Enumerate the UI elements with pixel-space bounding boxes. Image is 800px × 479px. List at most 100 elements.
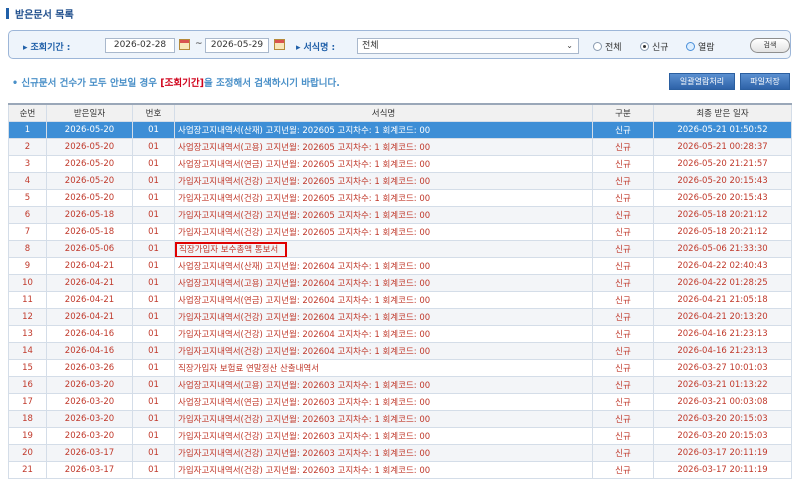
cell-form-name[interactable]: 가입자고지내역서(건강) 고지년월: 202605 고지차수: 1 회계코드: …: [174, 206, 593, 224]
cell-last-received: 2026-04-16 21:23:13: [653, 342, 792, 360]
table-row[interactable]: 10 2026-04-21 01 사업장고지내역서(고용) 고지년월: 202604 …: [8, 274, 792, 292]
cell-number: 01: [132, 291, 175, 309]
cell-form-name[interactable]: 가입자고지내역서(건강) 고지년월: 202603 고지차수: 1 회계코드: …: [174, 427, 593, 445]
radio-new[interactable]: 신규: [640, 40, 669, 53]
cell-last-received: 2026-03-20 20:15:03: [653, 427, 792, 445]
cell-received-date: 2026-05-18: [46, 223, 133, 241]
table-row[interactable]: 1 2026-05-20 01 사업장고지내역서(산재) 고지년월: 202605 고…: [8, 121, 792, 139]
cell-form-name[interactable]: 직장가입자 보험료 연말정산 산출내역서: [174, 359, 593, 377]
cell-number: 01: [132, 189, 175, 207]
table-row[interactable]: 20 2026-03-17 01 가입자고지내역서(건강) 고지년월: 202603 …: [8, 444, 792, 462]
cell-type: 신규: [592, 393, 654, 411]
cell-seq: 20: [8, 444, 47, 462]
table-row[interactable]: 4 2026-05-20 01 가입자고지내역서(건강) 고지년월: 202605 고…: [8, 172, 792, 190]
cell-seq: 7: [8, 223, 47, 241]
cell-form-name[interactable]: 사업장고지내역서(연금) 고지년월: 202603 고지차수: 1 회계코드: …: [174, 393, 593, 411]
table-row[interactable]: 7 2026-05-18 01 가입자고지내역서(건강) 고지년월: 202605 고…: [8, 223, 792, 241]
chevron-down-icon: ⌄: [566, 41, 573, 50]
cell-number: 01: [132, 172, 175, 190]
table-row[interactable]: 15 2026-03-26 01 직장가입자 보험료 연말정산 산출내역서 신규 2026…: [8, 359, 792, 377]
save-file-button[interactable]: 파일저장: [740, 73, 790, 90]
page-title: 받은문서 목록: [15, 9, 74, 21]
cell-type: 신규: [592, 257, 654, 275]
cell-seq: 13: [8, 325, 47, 343]
radio-read[interactable]: 열람: [686, 40, 715, 53]
table-row[interactable]: 14 2026-04-16 01 가입자고지내역서(건강) 고지년월: 202604 …: [8, 342, 792, 360]
cell-form-name[interactable]: 가입자고지내역서(건강) 고지년월: 202603 고지차수: 1 회계코드: …: [174, 461, 593, 479]
cell-form-name[interactable]: 사업장고지내역서(고용) 고지년월: 202603 고지차수: 1 회계코드: …: [174, 376, 593, 394]
table-row[interactable]: 16 2026-03-20 01 사업장고지내역서(고용) 고지년월: 202603 …: [8, 376, 792, 394]
cell-received-date: 2026-05-20: [46, 189, 133, 207]
column-header-received-date[interactable]: 받은일자: [46, 103, 133, 122]
column-header-form-name[interactable]: 서식명: [174, 103, 593, 122]
cell-type: 신규: [592, 308, 654, 326]
cell-form-name[interactable]: 가입자고지내역서(건강) 고지년월: 202603 고지차수: 1 회계코드: …: [174, 444, 593, 462]
title-bar-marker: [6, 7, 9, 19]
cell-last-received: 2026-05-18 20:21:12: [653, 206, 792, 224]
cell-last-received: 2026-03-20 20:15:03: [653, 410, 792, 428]
cell-type: 신규: [592, 274, 654, 292]
cell-seq: 15: [8, 359, 47, 377]
highlighted-form-name[interactable]: 직장가입자 보수총액 통보서: [175, 242, 288, 257]
cell-form-name[interactable]: 가입자고지내역서(건강) 고지년월: 202605 고지차수: 1 회계코드: …: [174, 223, 593, 241]
cell-seq: 9: [8, 257, 47, 275]
cell-last-received: 2026-04-16 21:23:13: [653, 325, 792, 343]
received-documents-table: 순번 받은일자 번호 서식명 구분 최종 받은 일자 1 2026-05-20 01…: [8, 103, 792, 479]
cell-seq: 19: [8, 427, 47, 445]
calendar-icon[interactable]: [179, 39, 190, 50]
table-row[interactable]: 18 2026-03-20 01 가입자고지내역서(건강) 고지년월: 202603 …: [8, 410, 792, 428]
cell-received-date: 2026-05-20: [46, 121, 133, 139]
table-row[interactable]: 5 2026-05-20 01 가입자고지내역서(건강) 고지년월: 202605 고…: [8, 189, 792, 207]
date-from-input[interactable]: 2026-02-28: [105, 38, 175, 53]
cell-form-name[interactable]: 가입자고지내역서(건강) 고지년월: 202604 고지차수: 1 회계코드: …: [174, 325, 593, 343]
table-row[interactable]: 11 2026-04-21 01 사업장고지내역서(연금) 고지년월: 202604 …: [8, 291, 792, 309]
cell-form-name[interactable]: 사업장고지내역서(고용) 고지년월: 202605 고지차수: 1 회계코드: …: [174, 138, 593, 156]
table-row[interactable]: 13 2026-04-16 01 가입자고지내역서(건강) 고지년월: 202604 …: [8, 325, 792, 343]
table-row[interactable]: 21 2026-03-17 01 가입자고지내역서(건강) 고지년월: 202603 …: [8, 461, 792, 479]
table-row[interactable]: 8 2026-05-06 01 직장가입자 보수총액 통보서 신규 2026-05-06 …: [8, 240, 792, 258]
date-to-input[interactable]: 2026-05-29: [205, 38, 269, 53]
cell-received-date: 2026-05-18: [46, 206, 133, 224]
cell-received-date: 2026-05-06: [46, 240, 133, 258]
cell-form-name[interactable]: 가입자고지내역서(건강) 고지년월: 202604 고지차수: 1 회계코드: …: [174, 342, 593, 360]
cell-form-name[interactable]: 가입자고지내역서(건강) 고지년월: 202605 고지차수: 1 회계코드: …: [174, 189, 593, 207]
cell-number: 01: [132, 257, 175, 275]
cell-number: 01: [132, 240, 175, 258]
table-row[interactable]: 17 2026-03-20 01 사업장고지내역서(연금) 고지년월: 202603 …: [8, 393, 792, 411]
column-header-seq[interactable]: 순번: [8, 103, 47, 122]
cell-received-date: 2026-03-17: [46, 444, 133, 462]
table-row[interactable]: 19 2026-03-20 01 가입자고지내역서(건강) 고지년월: 202603 …: [8, 427, 792, 445]
radio-all[interactable]: 전체: [593, 40, 622, 53]
column-header-number[interactable]: 번호: [132, 103, 175, 122]
cell-form-name[interactable]: 사업장고지내역서(산재) 고지년월: 202605 고지차수: 1 회계코드: …: [174, 121, 593, 139]
date-separator: ~: [195, 39, 203, 49]
column-header-type[interactable]: 구분: [592, 103, 654, 122]
search-button[interactable]: 검색: [750, 38, 790, 53]
cell-form-name[interactable]: 가입자고지내역서(건강) 고지년월: 202604 고지차수: 1 회계코드: …: [174, 308, 593, 326]
cell-number: 01: [132, 427, 175, 445]
cell-form-name[interactable]: 사업장고지내역서(연금) 고지년월: 202604 고지차수: 1 회계코드: …: [174, 291, 593, 309]
cell-form-name[interactable]: 가입자고지내역서(건강) 고지년월: 202603 고지차수: 1 회계코드: …: [174, 410, 593, 428]
cell-form-name[interactable]: 사업장고지내역서(연금) 고지년월: 202605 고지차수: 1 회계코드: …: [174, 155, 593, 173]
cell-form-name[interactable]: 직장가입자 보수총액 통보서: [174, 240, 593, 258]
cell-seq: 1: [8, 121, 47, 139]
cell-type: 신규: [592, 223, 654, 241]
bulk-read-button[interactable]: 일괄열람처리: [669, 73, 735, 90]
cell-last-received: 2026-05-06 21:33:30: [653, 240, 792, 258]
form-name-select[interactable]: 전체 ⌄: [357, 38, 579, 54]
calendar-icon[interactable]: [274, 39, 285, 50]
column-header-last-received[interactable]: 최종 받은 일자: [653, 103, 792, 122]
cell-type: 신규: [592, 410, 654, 428]
table-row[interactable]: 12 2026-04-21 01 가입자고지내역서(건강) 고지년월: 202604 …: [8, 308, 792, 326]
cell-seq: 10: [8, 274, 47, 292]
cell-form-name[interactable]: 사업장고지내역서(산재) 고지년월: 202604 고지차수: 1 회계코드: …: [174, 257, 593, 275]
table-row[interactable]: 6 2026-05-18 01 가입자고지내역서(건강) 고지년월: 202605 고…: [8, 206, 792, 224]
table-row[interactable]: 3 2026-05-20 01 사업장고지내역서(연금) 고지년월: 202605 고…: [8, 155, 792, 173]
cell-received-date: 2026-03-26: [46, 359, 133, 377]
cell-form-name[interactable]: 사업장고지내역서(고용) 고지년월: 202604 고지차수: 1 회계코드: …: [174, 274, 593, 292]
period-label: ▸ 조회기간 :: [23, 43, 71, 53]
cell-form-name[interactable]: 가입자고지내역서(건강) 고지년월: 202605 고지차수: 1 회계코드: …: [174, 172, 593, 190]
table-row[interactable]: 2 2026-05-20 01 사업장고지내역서(고용) 고지년월: 202605 고…: [8, 138, 792, 156]
table-row[interactable]: 9 2026-04-21 01 사업장고지내역서(산재) 고지년월: 202604 고…: [8, 257, 792, 275]
cell-received-date: 2026-04-16: [46, 325, 133, 343]
